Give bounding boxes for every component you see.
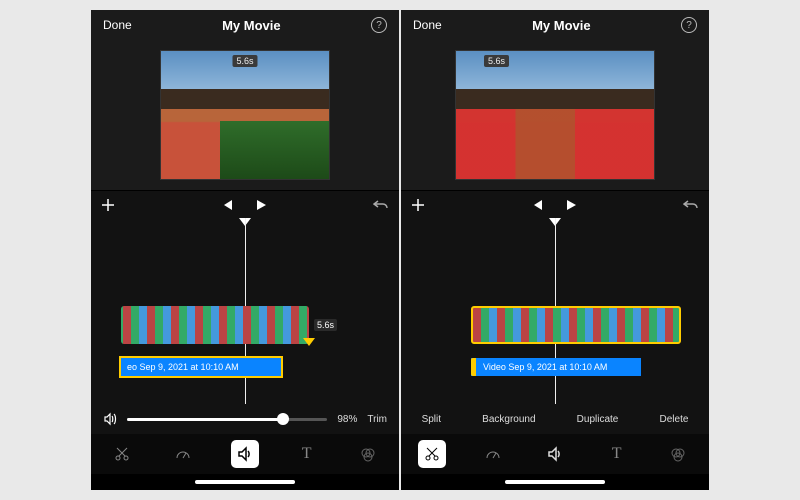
clip-end-marker-icon[interactable] (303, 338, 315, 346)
volume-percent: 98% (337, 414, 357, 425)
tab-volume[interactable] (231, 440, 259, 468)
help-button[interactable]: ? (371, 17, 387, 33)
tool-tabs: T (401, 434, 709, 474)
tab-scissors[interactable] (108, 440, 136, 468)
imovie-editor-left: Done My Movie ? 5.6s (91, 10, 399, 490)
duration-badge: 5.6s (484, 55, 509, 67)
clip-actions-row: Split Background Duplicate Delete (401, 404, 709, 434)
header: Done My Movie ? (91, 10, 399, 40)
home-indicator[interactable] (91, 474, 399, 490)
preview-frame[interactable]: 5.6s (160, 50, 330, 180)
detached-audio-clip[interactable]: eo Sep 9, 2021 at 10:10 AM (121, 358, 281, 376)
volume-row: 98% Trim (91, 404, 399, 434)
detached-audio-clip[interactable]: Video Sep 9, 2021 at 10:10 AM (471, 358, 641, 376)
project-title: My Movie (532, 18, 591, 33)
undo-button[interactable] (683, 198, 699, 212)
add-media-button[interactable] (101, 198, 115, 212)
tool-tabs: T (91, 434, 399, 474)
tab-filters[interactable] (354, 440, 382, 468)
home-indicator[interactable] (401, 474, 709, 490)
skip-back-button[interactable] (220, 198, 234, 212)
tab-volume[interactable] (541, 440, 569, 468)
volume-knob[interactable] (277, 413, 289, 425)
tab-titles[interactable]: T (603, 440, 631, 468)
action-duplicate[interactable]: Duplicate (577, 414, 619, 425)
action-split[interactable]: Split (422, 414, 441, 425)
transport-row (91, 190, 399, 218)
preview-area: 5.6s (91, 40, 399, 190)
timeline[interactable]: Video Sep 9, 2021 at 10:10 AM (401, 218, 709, 404)
volume-mode-label[interactable]: Trim (367, 414, 387, 425)
add-media-button[interactable] (411, 198, 425, 212)
transport-row (401, 190, 709, 218)
help-button[interactable]: ? (681, 17, 697, 33)
video-clip[interactable] (471, 306, 681, 344)
action-background[interactable]: Background (482, 414, 535, 425)
volume-slider[interactable] (127, 418, 327, 421)
play-button[interactable] (564, 198, 578, 212)
preview-area: 5.6s (401, 40, 709, 190)
audio-clip-label: eo Sep 9, 2021 at 10:10 AM (127, 362, 239, 372)
play-button[interactable] (254, 198, 268, 212)
undo-button[interactable] (373, 198, 389, 212)
header: Done My Movie ? (401, 10, 709, 40)
speaker-icon[interactable] (103, 412, 117, 426)
tab-filters[interactable] (664, 440, 692, 468)
audio-clip-handle[interactable] (471, 358, 476, 376)
done-button[interactable]: Done (103, 18, 132, 32)
imovie-editor-right: Done My Movie ? 5.6s (401, 10, 709, 490)
project-title: My Movie (222, 18, 281, 33)
action-delete[interactable]: Delete (660, 414, 689, 425)
video-clip[interactable]: 5.6s (121, 306, 309, 344)
clip-duration-badge: 5.6s (314, 319, 337, 331)
tab-scissors[interactable] (418, 440, 446, 468)
audio-clip-label: Video Sep 9, 2021 at 10:10 AM (483, 362, 607, 372)
done-button[interactable]: Done (413, 18, 442, 32)
tab-speed[interactable] (479, 440, 507, 468)
tab-speed[interactable] (169, 440, 197, 468)
timeline[interactable]: 5.6s eo Sep 9, 2021 at 10:10 AM (91, 218, 399, 404)
duration-badge: 5.6s (232, 55, 257, 67)
skip-back-button[interactable] (530, 198, 544, 212)
tab-titles[interactable]: T (293, 440, 321, 468)
preview-frame[interactable]: 5.6s (455, 50, 655, 180)
